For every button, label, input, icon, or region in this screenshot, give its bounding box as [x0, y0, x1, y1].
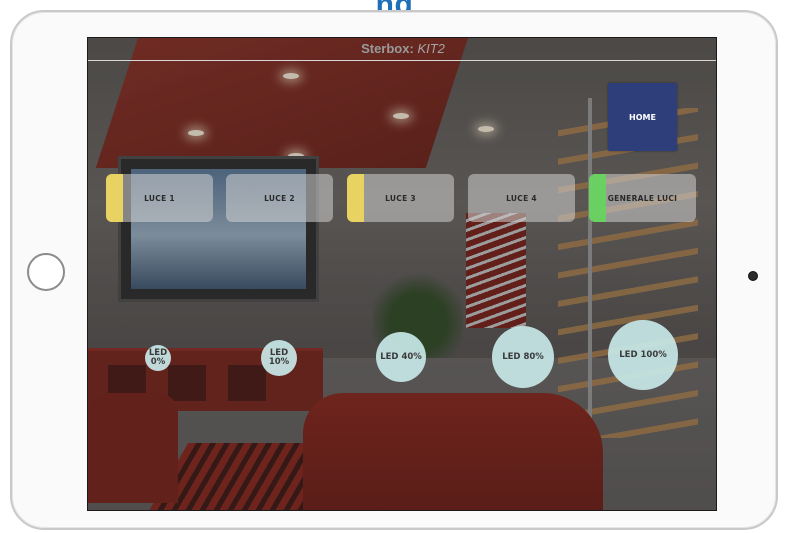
tablet-home-hardware-button: [27, 253, 65, 291]
light-button-label: GENERALE LUCI: [607, 193, 678, 203]
led-button-40[interactable]: LED 40%: [376, 332, 426, 382]
home-button[interactable]: HOME: [608, 83, 677, 151]
led-button-0[interactable]: LED 0%: [145, 345, 171, 371]
app-title-prefix: Sterbox:: [361, 41, 414, 56]
light-button-luce-1[interactable]: LUCE 1: [106, 174, 213, 222]
light-button-label: LUCE 2: [264, 193, 295, 203]
light-button-label: LUCE 3: [385, 193, 416, 203]
led-button-80[interactable]: LED 80%: [492, 326, 554, 388]
led-button-10[interactable]: LED 10%: [261, 340, 297, 376]
app-title: Sterbox: KIT2: [88, 38, 716, 60]
led-button-100[interactable]: LED 100%: [608, 320, 678, 390]
light-button-generale-luci[interactable]: GENERALE LUCI: [589, 174, 696, 222]
light-status-indicator: [589, 174, 606, 222]
light-button-luce-3[interactable]: LUCE 3: [347, 174, 454, 222]
light-button-label: LUCE 4: [506, 193, 537, 203]
app-screen: Sterbox: KIT2 HOME LUCE 1 LUCE 2 LUCE 3 …: [87, 37, 717, 511]
light-button-luce-4[interactable]: LUCE 4: [468, 174, 575, 222]
app-title-device: KIT2: [417, 41, 445, 56]
light-status-indicator: [106, 174, 123, 222]
light-button-label: LUCE 1: [144, 193, 175, 203]
light-button-luce-2[interactable]: LUCE 2: [226, 174, 333, 222]
light-status-indicator: [347, 174, 364, 222]
tablet-camera: [748, 271, 758, 281]
title-divider: [88, 60, 716, 61]
